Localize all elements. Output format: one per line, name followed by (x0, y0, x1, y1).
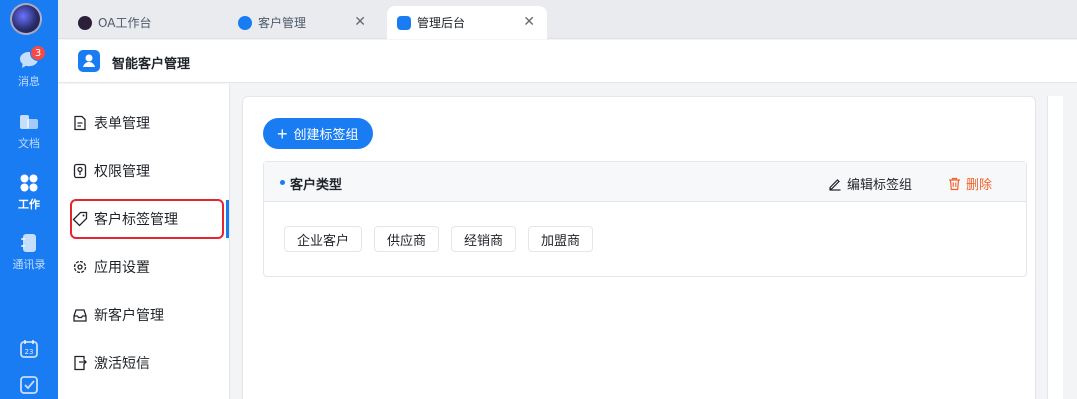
tab-customer-management[interactable]: 客户管理 ✕ (228, 6, 378, 39)
close-icon[interactable]: ✕ (523, 14, 535, 30)
tab-oa-workbench[interactable]: OA工作台 (68, 6, 218, 39)
calendar-day: 23 (25, 348, 34, 356)
admin-app-icon (397, 15, 411, 30)
contacts-book-icon (21, 234, 36, 252)
apps-grid-icon (20, 174, 38, 192)
left-rail: 消息 3 文档 工作 通讯录 23 (0, 0, 58, 399)
tag-group-card: 客户类型 编辑标签组 删除 企业客户 供应商 经销商 加盟商 (263, 161, 1027, 277)
menu-label: 权限管理 (94, 164, 150, 180)
tag-chip[interactable]: 供应商 (374, 226, 440, 252)
create-tag-group-button[interactable]: + 创建标签组 (263, 118, 373, 149)
plus-icon: + (277, 123, 288, 144)
smart-customer-icon (78, 50, 100, 72)
active-menu-indicator (226, 200, 229, 238)
menu-label: 客户标签管理 (94, 212, 178, 228)
unread-badge: 3 (30, 45, 46, 61)
edit-tag-group-button[interactable]: 编辑标签组 (828, 174, 912, 193)
bullet-dot (280, 180, 285, 185)
delete-tag-group-button[interactable]: 删除 (948, 174, 992, 193)
create-tag-group-label: 创建标签组 (293, 127, 359, 142)
rail-label-work: 工作 (18, 198, 40, 211)
customer-app-icon (238, 15, 252, 30)
tag-list: 企业客户 供应商 经销商 加盟商 (284, 226, 594, 252)
menu-item-form-management[interactable]: 表单管理 (72, 105, 222, 141)
rail-label-contacts: 通讯录 (12, 258, 46, 271)
tag-chip[interactable]: 企业客户 (284, 226, 363, 252)
tag-group-title: 客户类型 (290, 178, 343, 193)
menu-label: 新客户管理 (94, 308, 164, 324)
menu-item-permission-management[interactable]: 权限管理 (72, 153, 222, 189)
edit-label: 编辑标签组 (847, 178, 913, 193)
inbox-tray-icon (73, 309, 87, 322)
menu-item-activate-sms[interactable]: 激活短信 (72, 345, 222, 381)
todo-check-icon (20, 376, 38, 394)
oa-logo-icon (78, 15, 92, 30)
rail-item-contacts[interactable]: 通讯录 (0, 233, 58, 272)
calendar-icon: 23 (20, 340, 38, 358)
vertical-scrollbar[interactable] (1047, 96, 1063, 399)
rail-item-messages[interactable]: 消息 (0, 50, 58, 89)
trash-icon (949, 177, 960, 190)
settings-gear-icon (73, 260, 87, 274)
side-menu: 表单管理 权限管理 客户标签管理 应用设置 新客户管理 激活短信 (58, 84, 230, 399)
menu-item-customer-tag-management[interactable]: 客户标签管理 (70, 199, 224, 239)
rail-calendar[interactable]: 23 (0, 338, 58, 363)
rail-label-docs: 文档 (18, 137, 40, 150)
content-card: + 创建标签组 客户类型 编辑标签组 删除 企业客户 供应商 经销商 加盟商 (242, 96, 1036, 399)
form-doc-icon (74, 115, 86, 131)
menu-item-new-customer-management[interactable]: 新客户管理 (72, 297, 222, 333)
tab-admin-console[interactable]: 管理后台 ✕ (387, 6, 547, 39)
delete-label: 删除 (966, 178, 993, 193)
menu-label: 激活短信 (94, 356, 150, 372)
rail-item-docs[interactable]: 文档 (0, 112, 58, 151)
folder-icon (20, 115, 38, 129)
tab-label: OA工作台 (98, 16, 152, 30)
sms-export-icon (74, 355, 87, 371)
tab-bar: OA工作台 客户管理 ✕ 管理后台 ✕ (58, 0, 1077, 39)
tab-label: 管理后台 (417, 16, 466, 30)
menu-label: 应用设置 (94, 260, 150, 276)
menu-label: 表单管理 (94, 116, 150, 132)
rail-label-messages: 消息 (18, 75, 40, 88)
main-content: + 创建标签组 客户类型 编辑标签组 删除 企业客户 供应商 经销商 加盟商 (230, 84, 1077, 399)
user-avatar[interactable] (10, 3, 42, 35)
tag-chip[interactable]: 加盟商 (528, 226, 594, 252)
app-header: 智能客户管理 (58, 40, 1077, 83)
rail-todo[interactable] (0, 374, 58, 399)
tag-group-header: 客户类型 编辑标签组 删除 (264, 162, 1026, 202)
rail-item-work[interactable]: 工作 (0, 173, 58, 212)
tag-icon (72, 211, 88, 227)
permission-key-icon (73, 163, 87, 179)
app-title: 智能客户管理 (112, 57, 191, 72)
menu-item-app-settings[interactable]: 应用设置 (72, 249, 222, 285)
tag-chip[interactable]: 经销商 (451, 226, 517, 252)
edit-pencil-icon (829, 178, 841, 191)
close-icon[interactable]: ✕ (354, 14, 366, 30)
tab-label: 客户管理 (258, 16, 307, 30)
